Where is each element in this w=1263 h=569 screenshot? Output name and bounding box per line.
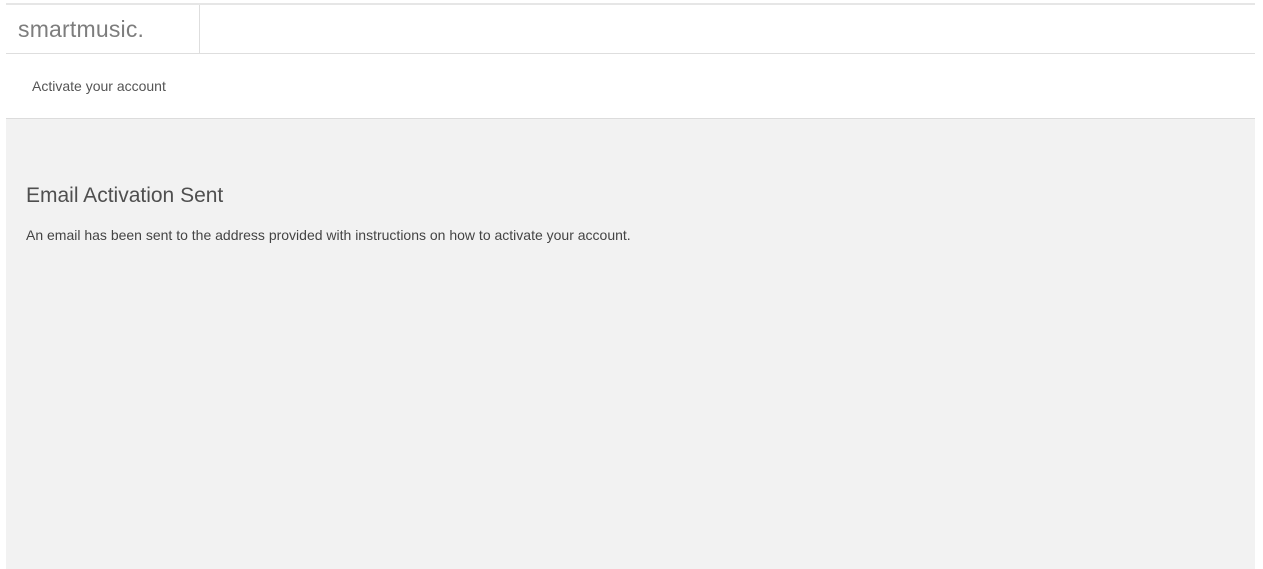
page-frame: smartmusic. Activate your account Email … xyxy=(6,0,1255,569)
page-subheader: Activate your account xyxy=(6,54,1255,119)
activation-message: An email has been sent to the address pr… xyxy=(26,227,631,243)
smartmusic-logo: smartmusic. xyxy=(18,15,145,42)
main-content: Email Activation Sent An email has been … xyxy=(6,119,1255,569)
page-title: Activate your account xyxy=(32,78,166,94)
activation-heading: Email Activation Sent xyxy=(26,184,224,207)
logo-container[interactable]: smartmusic. xyxy=(6,5,200,53)
app-header: smartmusic. xyxy=(6,5,1255,54)
